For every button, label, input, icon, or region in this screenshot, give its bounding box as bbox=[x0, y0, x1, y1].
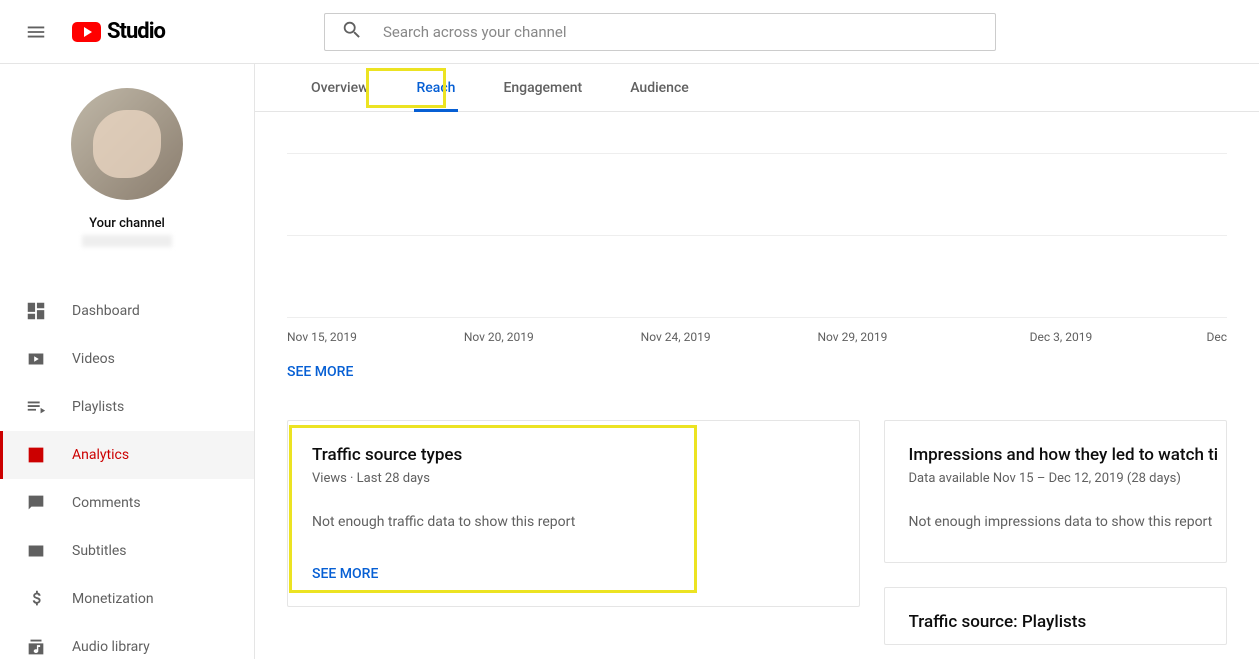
card-traffic-source-playlists: Traffic source: Playlists bbox=[884, 587, 1228, 645]
sidebar-item-label: Monetization bbox=[72, 591, 154, 607]
tab-engagement[interactable]: Engagement bbox=[479, 64, 606, 112]
sidebar-item-comments[interactable]: Comments bbox=[0, 479, 254, 527]
app-header: Studio bbox=[0, 0, 1259, 64]
sidebar-item-playlists[interactable]: Playlists bbox=[0, 383, 254, 431]
main-content: Overview Reach Engagement Audience Nov 1… bbox=[255, 64, 1259, 659]
x-label: Dec bbox=[1207, 330, 1228, 344]
search-box[interactable] bbox=[324, 13, 996, 51]
x-label: Dec 3, 2019 bbox=[1030, 330, 1207, 344]
sidebar-item-videos[interactable]: Videos bbox=[0, 335, 254, 383]
x-label: Nov 20, 2019 bbox=[464, 330, 641, 344]
comments-icon bbox=[24, 491, 48, 515]
sidebar-item-label: Videos bbox=[72, 351, 115, 367]
card-title: Traffic source: Playlists bbox=[909, 612, 1227, 632]
sidebar-item-label: Comments bbox=[72, 495, 141, 511]
audio-library-icon bbox=[24, 635, 48, 659]
see-more-traffic[interactable]: SEE MORE bbox=[312, 566, 378, 582]
x-label: Nov 24, 2019 bbox=[641, 330, 818, 344]
logo[interactable]: Studio bbox=[72, 19, 165, 44]
analytics-icon bbox=[24, 443, 48, 467]
card-traffic-source-types: Traffic source types Views · Last 28 day… bbox=[287, 420, 860, 607]
sidebar-item-label: Subtitles bbox=[72, 543, 127, 559]
card-impressions: Impressions and how they led to watch ti… bbox=[884, 420, 1228, 563]
dashboard-icon bbox=[24, 299, 48, 323]
reach-chart: Nov 15, 2019 Nov 20, 2019 Nov 24, 2019 N… bbox=[287, 112, 1227, 380]
x-label: Nov 29, 2019 bbox=[817, 330, 1029, 344]
avatar[interactable] bbox=[71, 88, 183, 200]
card-body: Not enough impressions data to show this… bbox=[909, 514, 1227, 530]
tab-audience[interactable]: Audience bbox=[606, 64, 713, 112]
gridline bbox=[287, 112, 1227, 154]
tabs: Overview Reach Engagement Audience bbox=[255, 64, 1259, 112]
subtitles-icon bbox=[24, 539, 48, 563]
search-input[interactable] bbox=[383, 23, 979, 41]
videos-icon bbox=[24, 347, 48, 371]
channel-label: Your channel bbox=[89, 216, 165, 231]
sidebar-item-audio-library[interactable]: Audio library bbox=[0, 623, 254, 659]
sidebar-item-label: Audio library bbox=[72, 639, 150, 655]
sidebar-item-label: Dashboard bbox=[72, 303, 140, 319]
channel-name bbox=[82, 235, 172, 247]
card-title: Traffic source types bbox=[312, 445, 835, 465]
menu-button[interactable] bbox=[16, 12, 56, 52]
x-axis-labels: Nov 15, 2019 Nov 20, 2019 Nov 24, 2019 N… bbox=[287, 318, 1227, 356]
card-title: Impressions and how they led to watch ti bbox=[909, 445, 1227, 465]
hamburger-icon bbox=[25, 21, 47, 43]
gridline bbox=[287, 236, 1227, 318]
tab-overview[interactable]: Overview bbox=[287, 64, 392, 112]
logo-text: Studio bbox=[107, 19, 165, 44]
card-subtitle: Data available Nov 15 – Dec 12, 2019 (28… bbox=[909, 471, 1227, 486]
tab-reach[interactable]: Reach bbox=[392, 64, 479, 112]
channel-info: Your channel bbox=[0, 64, 254, 263]
sidebar: Your channel Dashboard Videos Playlists … bbox=[0, 64, 255, 659]
card-subtitle: Views · Last 28 days bbox=[312, 471, 835, 486]
monetization-icon bbox=[24, 587, 48, 611]
see-more-chart[interactable]: SEE MORE bbox=[287, 364, 353, 380]
playlists-icon bbox=[24, 395, 48, 419]
sidebar-item-monetization[interactable]: Monetization bbox=[0, 575, 254, 623]
card-body: Not enough traffic data to show this rep… bbox=[312, 514, 835, 530]
sidebar-item-analytics[interactable]: Analytics bbox=[0, 431, 254, 479]
gridline bbox=[287, 154, 1227, 236]
youtube-icon bbox=[72, 22, 101, 42]
x-label: Nov 15, 2019 bbox=[287, 330, 464, 344]
sidebar-item-label: Analytics bbox=[72, 447, 129, 463]
search-icon bbox=[341, 19, 363, 45]
sidebar-item-label: Playlists bbox=[72, 399, 124, 415]
sidebar-item-subtitles[interactable]: Subtitles bbox=[0, 527, 254, 575]
sidebar-item-dashboard[interactable]: Dashboard bbox=[0, 287, 254, 335]
